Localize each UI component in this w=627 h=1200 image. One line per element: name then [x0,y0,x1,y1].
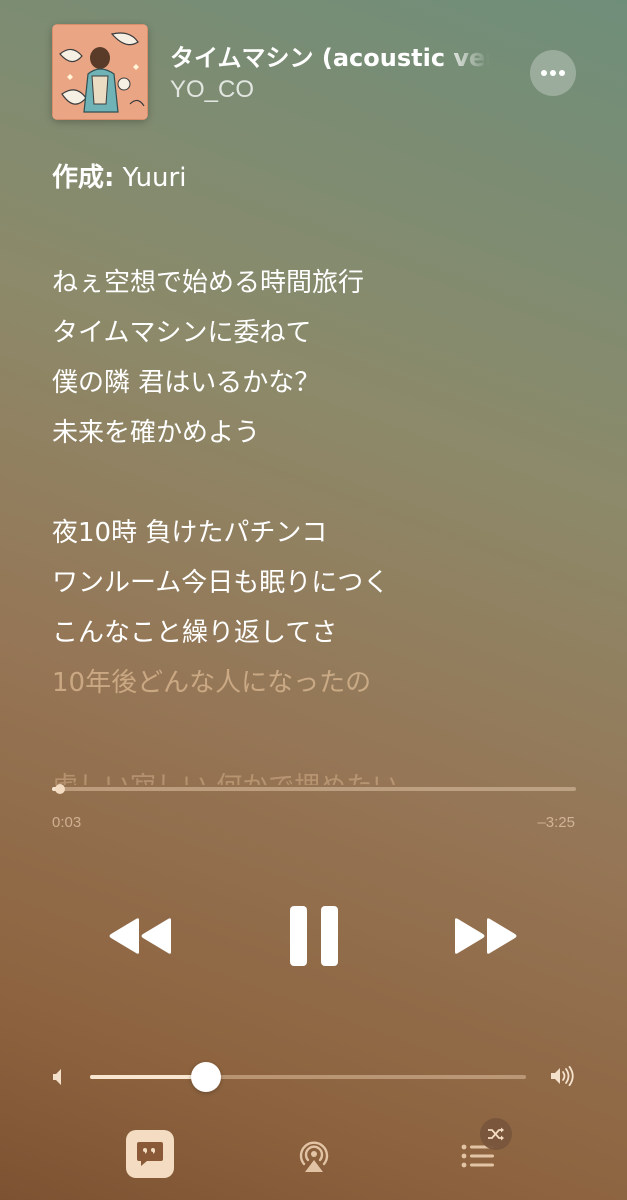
lyrics-stanza: 夜10時 負けたパチンコ ワンルーム今日も眠りにつく こんなこと繰り返してさ 1… [52,508,592,708]
more-icon [541,70,565,76]
pause-button[interactable] [280,900,348,972]
lyric-line[interactable]: 未来を確かめよう [52,408,592,458]
lyrics-icon [137,1142,163,1166]
lyrics-writer-credit: 作成: Yuuri [52,160,592,196]
lyric-line[interactable]: ワンルーム今日も眠りにつく [52,558,592,608]
fast-forward-button[interactable] [446,900,526,972]
lyric-line[interactable]: 僕の隣 君はいるかな？ [52,358,592,408]
airplay-button[interactable] [290,1132,338,1180]
elapsed-time: 0:03 [52,814,82,831]
lyric-line[interactable]: ねぇ空想で始める時間旅行 [52,258,592,308]
fast-forward-icon [455,918,517,954]
writer-name: Yuuri [122,163,187,193]
song-artist[interactable]: YO_CO [170,76,254,104]
volume-slider-fill [90,1075,207,1079]
volume-slider[interactable] [90,1062,526,1092]
rewind-button[interactable] [100,900,180,972]
volume-high-icon [551,1066,574,1086]
shuffle-icon [488,1127,504,1141]
shuffle-button[interactable] [480,1118,512,1150]
airplay-icon [299,1141,329,1172]
lyric-line-upcoming[interactable]: 虚しい寂しい 何かで埋めたい [52,762,592,785]
volume-control [52,1060,576,1094]
playback-scrubber-knob[interactable] [55,784,66,794]
volume-low-icon [53,1069,61,1085]
now-playing-header: タイムマシン (acoustic ver YO_CO [52,24,592,120]
lyric-line[interactable]: タイムマシンに委ねて [52,308,592,358]
rewind-icon [109,918,171,954]
song-title[interactable]: タイムマシン (acoustic ver [170,38,490,73]
lyrics-panel[interactable]: 作成: Yuuri ねぇ空想で始める時間旅行 タイムマシンに委ねて 僕の隣 君は… [52,160,592,785]
pause-icon [290,906,338,966]
lyrics-button[interactable] [126,1130,174,1178]
queue-button[interactable] [452,1118,512,1180]
lyric-line[interactable]: こんなこと繰り返してさ [52,608,592,658]
lyric-line[interactable]: 夜10時 負けたパチンコ [52,508,592,558]
lyrics-stanza: ねぇ空想で始める時間旅行 タイムマシンに委ねて 僕の隣 君はいるかな？ 未来を確… [52,258,592,458]
album-artwork-illustration [52,24,148,120]
writer-label: 作成: [52,163,115,193]
lyric-line[interactable]: 10年後どんな人になったの [52,658,592,708]
album-artwork[interactable] [52,24,148,120]
remaining-time: –3:25 [537,814,575,831]
more-button[interactable] [530,50,576,96]
volume-slider-knob[interactable] [191,1062,222,1092]
playback-scrubber[interactable] [52,784,576,794]
